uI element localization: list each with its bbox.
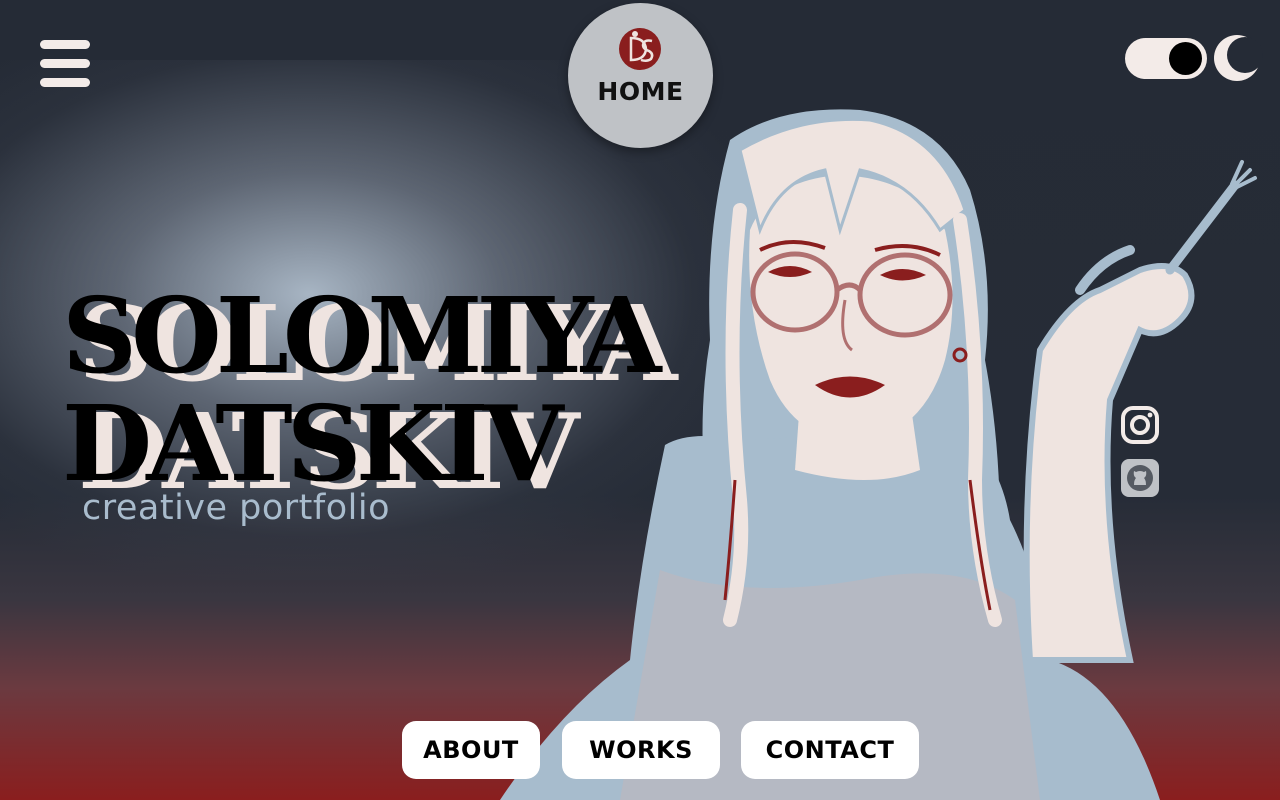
menu-button[interactable] [40,40,90,88]
crescent-moon-icon[interactable] [1212,34,1264,82]
nav-contact-button[interactable]: CONTACT [741,721,919,779]
hamburger-menu-icon-bar [40,40,90,49]
instagram-icon[interactable] [1120,405,1160,445]
theme-toggle[interactable] [1125,38,1207,79]
hamburger-menu-icon-bar [40,78,90,87]
github-icon[interactable] [1120,458,1160,498]
logo-icon [619,28,661,70]
hamburger-menu-icon-bar [40,59,90,68]
portrait-illustration [500,109,1257,800]
nav-works-button[interactable]: WORKS [562,721,720,779]
hero-subtitle: creative portfolio [82,488,391,528]
toggle-knob [1169,42,1202,75]
nav-about-button[interactable]: ABOUT [402,721,540,779]
